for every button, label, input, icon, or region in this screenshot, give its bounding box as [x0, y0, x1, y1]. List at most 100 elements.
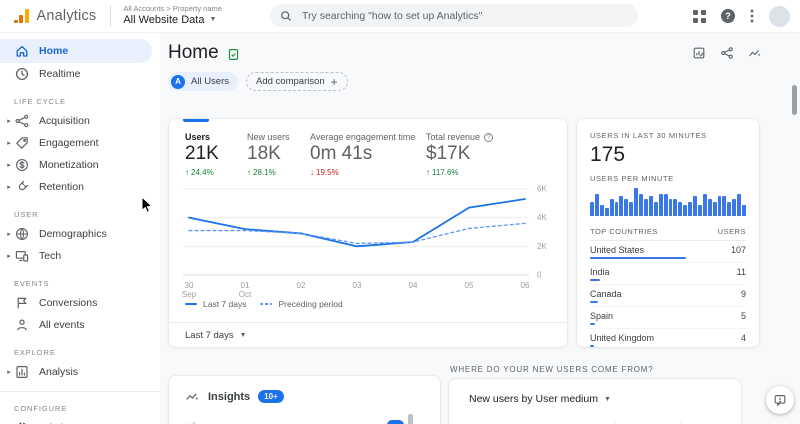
chevron-right-icon: ▸: [4, 183, 14, 191]
per-minute-bar: [605, 208, 609, 216]
per-minute-bar: [629, 202, 633, 216]
all-users-chip[interactable]: A All Users: [168, 72, 238, 91]
search-input[interactable]: [300, 9, 628, 23]
active-tab-indicator: [183, 119, 209, 122]
search-icon: [280, 10, 292, 22]
per-minute-bar: [722, 196, 726, 216]
sidebar-item-retention[interactable]: ▸ Retention: [0, 176, 160, 198]
insights-spark-icon: [185, 389, 200, 404]
new-users-section-label: WHERE DO YOUR NEW USERS COME FROM?: [450, 365, 654, 374]
per-minute-bar: [703, 194, 707, 216]
account-picker[interactable]: All Accounts > Property name All Website…: [123, 4, 222, 27]
realtime-title: USERS IN LAST 30 MINUTES: [590, 131, 746, 140]
data-quality-icon[interactable]: [227, 48, 240, 61]
metric-delta: ↑117.6%: [426, 168, 551, 177]
search-bar[interactable]: [270, 4, 638, 27]
page-scrollbar[interactable]: [792, 85, 797, 115]
all-events-icon: [14, 317, 30, 333]
divider: [0, 391, 160, 392]
metric-users[interactable]: Users 21K ↑24.4%: [185, 132, 247, 177]
sidebar-item-analysis[interactable]: ▸ Analysis: [0, 361, 160, 383]
share-icon[interactable]: [720, 46, 734, 60]
plus-icon: +: [331, 75, 338, 89]
svg-text:06: 06: [521, 281, 530, 290]
help-icon[interactable]: ?: [721, 9, 735, 23]
sidebar-section-label: USER: [14, 210, 160, 219]
insights-count-badge: 10+: [258, 390, 284, 403]
divider: [110, 5, 111, 27]
realtime-users-count: 175: [590, 143, 746, 167]
top-app-bar: Analytics All Accounts > Property name A…: [0, 0, 800, 33]
users-trend-chart[interactable]: 02K4K6K30Sep01Oct0203040506: [175, 181, 563, 303]
chevron-down-icon: ▼: [209, 16, 216, 25]
metric-avg-engagement-time[interactable]: Average engagement time 0m 41s ↓19.5%: [310, 132, 426, 177]
country-bar: [590, 323, 595, 325]
metric-new-users[interactable]: New users 18K ↑28.1%: [247, 132, 310, 177]
sidebar-item-acquisition[interactable]: ▸ Acquisition: [0, 110, 160, 132]
chevron-right-icon: ▸: [4, 161, 14, 169]
country-row: United Kingdom 4: [590, 329, 746, 348]
svg-text:6K: 6K: [537, 185, 547, 194]
insights-icon[interactable]: [748, 46, 762, 60]
add-comparison-label: Add comparison: [256, 76, 325, 87]
metrics-row: Users 21K ↑24.4% New users 18K ↑28.1% Av…: [169, 119, 567, 177]
insight-item-icon: [185, 418, 198, 424]
insights-title: Insights: [208, 391, 250, 403]
analytics-logo-icon: [14, 9, 29, 23]
metric-total-revenue[interactable]: Total revenue? $17K ↑117.6%: [426, 132, 551, 177]
legend-solid-swatch: [185, 303, 197, 305]
country-row: Canada 9: [590, 285, 746, 307]
analytics-logo[interactable]: Analytics: [0, 8, 96, 24]
sidebar-item-home[interactable]: Home: [0, 39, 152, 63]
admin-icon: [14, 420, 30, 424]
chevron-right-icon: ▸: [4, 230, 14, 238]
per-minute-bar: [634, 188, 638, 216]
add-comparison-chip[interactable]: Add comparison +: [246, 72, 348, 91]
avatar[interactable]: [769, 6, 790, 27]
sidebar-item-conversions[interactable]: Conversions: [0, 292, 160, 314]
svg-text:30: 30: [185, 281, 194, 290]
legend-dashed-swatch: [260, 303, 272, 305]
svg-text:Oct: Oct: [239, 290, 252, 299]
apps-grid-icon[interactable]: [693, 10, 706, 23]
sidebar-item-monetization[interactable]: ▸ Monetization: [0, 154, 160, 176]
svg-text:0: 0: [537, 271, 542, 280]
users-per-minute-chart: [590, 188, 746, 216]
insights-scrollbar[interactable]: [408, 414, 413, 424]
sidebar-item-engagement[interactable]: ▸ Engagement: [0, 132, 160, 154]
per-minute-bar: [693, 196, 697, 216]
per-minute-bar: [615, 202, 619, 216]
sidebar-section-label: EVENTS: [14, 279, 160, 288]
insights-card: Insights 10+: [168, 375, 441, 424]
customize-report-icon[interactable]: [692, 46, 706, 60]
country-row: India 11: [590, 263, 746, 285]
per-minute-bar: [600, 205, 604, 216]
chevron-down-icon: ▼: [604, 396, 611, 403]
sidebar-item-demographics[interactable]: ▸ Demographics: [0, 223, 160, 245]
new-users-dimension-dropdown[interactable]: New users by User medium ▼: [449, 379, 741, 405]
home-icon: [14, 43, 30, 59]
chevron-down-icon: ▼: [240, 332, 247, 339]
gridline: [681, 419, 682, 424]
sidebar-item-admin[interactable]: Admin: [0, 417, 160, 424]
insight-badge: [387, 420, 404, 424]
conversions-icon: [14, 295, 30, 311]
feedback-button[interactable]: [766, 386, 794, 414]
country-bar: [590, 257, 686, 259]
overview-card: Users 21K ↑24.4% New users 18K ↑28.1% Av…: [168, 118, 568, 348]
date-range-selector[interactable]: Last 7 days ▼: [169, 322, 567, 347]
help-icon[interactable]: ?: [484, 133, 493, 142]
per-minute-bar: [727, 202, 731, 216]
sidebar-item-all-events[interactable]: All events: [0, 314, 160, 336]
svg-text:04: 04: [409, 281, 418, 290]
sidebar: Home Realtime LIFE CYCLE ▸ Acquisition ▸…: [0, 32, 160, 424]
sidebar-item-tech[interactable]: ▸ Tech: [0, 245, 160, 267]
country-bar: [590, 301, 598, 303]
svg-text:03: 03: [353, 281, 362, 290]
clock-icon: [14, 66, 30, 82]
per-minute-bar: [664, 194, 668, 216]
more-vert-icon[interactable]: [750, 9, 754, 23]
sidebar-item-realtime[interactable]: Realtime: [0, 63, 160, 85]
new-users-card: New users by User medium ▼: [448, 378, 742, 424]
chevron-right-icon: ▸: [4, 139, 14, 147]
